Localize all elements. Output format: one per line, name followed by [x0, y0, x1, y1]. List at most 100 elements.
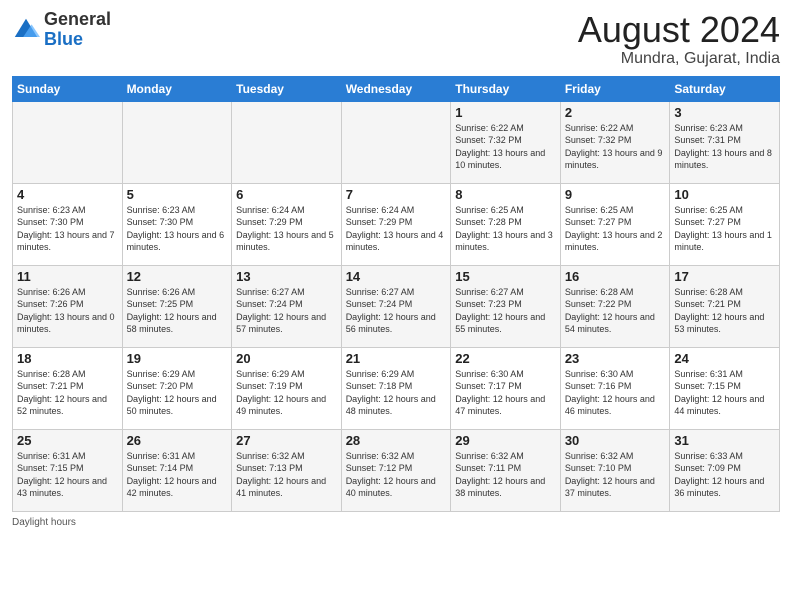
day-header-saturday: Saturday — [670, 76, 780, 101]
calendar-cell: 23Sunrise: 6:30 AM Sunset: 7:16 PM Dayli… — [560, 347, 670, 429]
calendar-cell: 30 Sunrise: 6:32 AM Sunset: 7:10 PM Dayli… — [560, 429, 670, 511]
cell-sun-info: Sunrise: 6:26 AM Sunset: 7:25 PM Dayligh… — [127, 286, 228, 336]
calendar-cell: 9 Sunrise: 6:25 AM Sunset: 7:27 PM Daylig… — [560, 183, 670, 265]
day-header-sunday: Sunday — [13, 76, 123, 101]
calendar-cell — [232, 101, 342, 183]
cell-sun-info: Sunrise: 6:28 AM Sunset: 7:22 PM Dayligh… — [565, 286, 666, 336]
calendar-cell: 3 Sunrise: 6:23 AM Sunset: 7:31 PM Daylig… — [670, 101, 780, 183]
calendar-cell: 20 Sunrise: 6:29 AM Sunset: 7:19 PM Dayli… — [232, 347, 342, 429]
header: General Blue August 2024 Mundra, Gujarat… — [12, 10, 780, 68]
day-number: 8 — [455, 187, 556, 202]
calendar-cell: 13 Sunrise: 6:27 AM Sunset: 7:24 PM Dayli… — [232, 265, 342, 347]
calendar-cell: 1 Sunrise: 6:22 AM Sunset: 7:32 PM Daylig… — [451, 101, 561, 183]
logo-icon — [12, 16, 40, 44]
day-number: 31 — [674, 433, 775, 448]
location: Mundra, Gujarat, India — [578, 50, 780, 68]
day-number: 11 — [17, 269, 118, 284]
cell-sun-info: Sunrise: 6:27 AM Sunset: 7:23 PM Dayligh… — [455, 286, 556, 336]
calendar-cell — [13, 101, 123, 183]
calendar-cell: 28Sunrise: 6:32 AM Sunset: 7:12 PM Dayli… — [341, 429, 451, 511]
calendar-cell: 21Sunrise: 6:29 AM Sunset: 7:18 PM Dayli… — [341, 347, 451, 429]
cell-sun-info: Sunrise: 6:29 AM Sunset: 7:19 PM Dayligh… — [236, 368, 337, 418]
cell-sun-info: Sunrise: 6:32 AM Sunset: 7:11 PM Dayligh… — [455, 450, 556, 500]
day-number: 15 — [455, 269, 556, 284]
day-number: 9 — [565, 187, 666, 202]
day-number: 28 — [346, 433, 447, 448]
week-row-3: 11 Sunrise: 6:26 AM Sunset: 7:26 PM Dayli… — [13, 265, 780, 347]
cell-sun-info: Sunrise: 6:32 AM Sunset: 7:13 PM Dayligh… — [236, 450, 337, 500]
calendar-cell: 5Sunrise: 6:23 AM Sunset: 7:30 PM Daylig… — [122, 183, 232, 265]
cell-sun-info: Sunrise: 6:24 AM Sunset: 7:29 PM Dayligh… — [236, 204, 337, 254]
week-row-2: 4 Sunrise: 6:23 AM Sunset: 7:30 PM Daylig… — [13, 183, 780, 265]
calendar-cell: 4 Sunrise: 6:23 AM Sunset: 7:30 PM Daylig… — [13, 183, 123, 265]
cell-sun-info: Sunrise: 6:26 AM Sunset: 7:26 PM Dayligh… — [17, 286, 118, 336]
cell-sun-info: Sunrise: 6:32 AM Sunset: 7:10 PM Dayligh… — [565, 450, 666, 500]
calendar-cell: 18Sunrise: 6:28 AM Sunset: 7:21 PM Dayli… — [13, 347, 123, 429]
calendar-cell: 15 Sunrise: 6:27 AM Sunset: 7:23 PM Dayli… — [451, 265, 561, 347]
calendar-cell: 2 Sunrise: 6:22 AM Sunset: 7:32 PM Daylig… — [560, 101, 670, 183]
month-year: August 2024 — [578, 10, 780, 50]
header-row: SundayMondayTuesdayWednesdayThursdayFrid… — [13, 76, 780, 101]
cell-sun-info: Sunrise: 6:31 AM Sunset: 7:15 PM Dayligh… — [17, 450, 118, 500]
day-number: 13 — [236, 269, 337, 284]
daylight-label: Daylight hours — [12, 517, 76, 528]
day-number: 2 — [565, 105, 666, 120]
cell-sun-info: Sunrise: 6:23 AM Sunset: 7:31 PM Dayligh… — [674, 122, 775, 172]
calendar-cell: 22 Sunrise: 6:30 AM Sunset: 7:17 PM Dayli… — [451, 347, 561, 429]
cell-sun-info: Sunrise: 6:28 AM Sunset: 7:21 PM Dayligh… — [17, 368, 118, 418]
day-number: 22 — [455, 351, 556, 366]
calendar-cell: 27 Sunrise: 6:32 AM Sunset: 7:13 PM Dayli… — [232, 429, 342, 511]
calendar-cell: 29 Sunrise: 6:32 AM Sunset: 7:11 PM Dayli… — [451, 429, 561, 511]
day-number: 7 — [346, 187, 447, 202]
day-header-wednesday: Wednesday — [341, 76, 451, 101]
calendar-cell: 12Sunrise: 6:26 AM Sunset: 7:25 PM Dayli… — [122, 265, 232, 347]
calendar-cell: 19 Sunrise: 6:29 AM Sunset: 7:20 PM Dayli… — [122, 347, 232, 429]
calendar-cell: 25Sunrise: 6:31 AM Sunset: 7:15 PM Dayli… — [13, 429, 123, 511]
week-row-1: 1 Sunrise: 6:22 AM Sunset: 7:32 PM Daylig… — [13, 101, 780, 183]
cell-sun-info: Sunrise: 6:30 AM Sunset: 7:17 PM Dayligh… — [455, 368, 556, 418]
calendar-cell: 24 Sunrise: 6:31 AM Sunset: 7:15 PM Dayli… — [670, 347, 780, 429]
calendar-cell: 31 Sunrise: 6:33 AM Sunset: 7:09 PM Dayli… — [670, 429, 780, 511]
day-header-friday: Friday — [560, 76, 670, 101]
day-number: 20 — [236, 351, 337, 366]
day-number: 10 — [674, 187, 775, 202]
title-block: August 2024 Mundra, Gujarat, India — [578, 10, 780, 68]
calendar-cell: 11 Sunrise: 6:26 AM Sunset: 7:26 PM Dayli… — [13, 265, 123, 347]
week-row-5: 25Sunrise: 6:31 AM Sunset: 7:15 PM Dayli… — [13, 429, 780, 511]
day-header-monday: Monday — [122, 76, 232, 101]
day-number: 29 — [455, 433, 556, 448]
cell-sun-info: Sunrise: 6:25 AM Sunset: 7:27 PM Dayligh… — [565, 204, 666, 254]
cell-sun-info: Sunrise: 6:22 AM Sunset: 7:32 PM Dayligh… — [455, 122, 556, 172]
day-number: 6 — [236, 187, 337, 202]
logo-blue: Blue — [44, 29, 83, 49]
day-number: 16 — [565, 269, 666, 284]
cell-sun-info: Sunrise: 6:33 AM Sunset: 7:09 PM Dayligh… — [674, 450, 775, 500]
day-number: 19 — [127, 351, 228, 366]
day-header-tuesday: Tuesday — [232, 76, 342, 101]
cell-sun-info: Sunrise: 6:29 AM Sunset: 7:20 PM Dayligh… — [127, 368, 228, 418]
calendar-cell: 10 Sunrise: 6:25 AM Sunset: 7:27 PM Dayli… — [670, 183, 780, 265]
calendar-cell: 8Sunrise: 6:25 AM Sunset: 7:28 PM Daylig… — [451, 183, 561, 265]
calendar-cell: 16 Sunrise: 6:28 AM Sunset: 7:22 PM Dayli… — [560, 265, 670, 347]
day-number: 1 — [455, 105, 556, 120]
calendar-cell: 26Sunrise: 6:31 AM Sunset: 7:14 PM Dayli… — [122, 429, 232, 511]
footer: Daylight hours — [12, 517, 780, 528]
cell-sun-info: Sunrise: 6:30 AM Sunset: 7:16 PM Dayligh… — [565, 368, 666, 418]
cell-sun-info: Sunrise: 6:23 AM Sunset: 7:30 PM Dayligh… — [17, 204, 118, 254]
cell-sun-info: Sunrise: 6:31 AM Sunset: 7:15 PM Dayligh… — [674, 368, 775, 418]
cell-sun-info: Sunrise: 6:29 AM Sunset: 7:18 PM Dayligh… — [346, 368, 447, 418]
cell-sun-info: Sunrise: 6:22 AM Sunset: 7:32 PM Dayligh… — [565, 122, 666, 172]
cell-sun-info: Sunrise: 6:25 AM Sunset: 7:27 PM Dayligh… — [674, 204, 775, 254]
cell-sun-info: Sunrise: 6:27 AM Sunset: 7:24 PM Dayligh… — [236, 286, 337, 336]
day-number: 26 — [127, 433, 228, 448]
day-number: 30 — [565, 433, 666, 448]
calendar-table: SundayMondayTuesdayWednesdayThursdayFrid… — [12, 76, 780, 512]
page-container: General Blue August 2024 Mundra, Gujarat… — [0, 0, 792, 612]
day-number: 24 — [674, 351, 775, 366]
day-number: 3 — [674, 105, 775, 120]
day-number: 17 — [674, 269, 775, 284]
day-number: 4 — [17, 187, 118, 202]
cell-sun-info: Sunrise: 6:27 AM Sunset: 7:24 PM Dayligh… — [346, 286, 447, 336]
day-number: 27 — [236, 433, 337, 448]
calendar-cell: 6 Sunrise: 6:24 AM Sunset: 7:29 PM Daylig… — [232, 183, 342, 265]
